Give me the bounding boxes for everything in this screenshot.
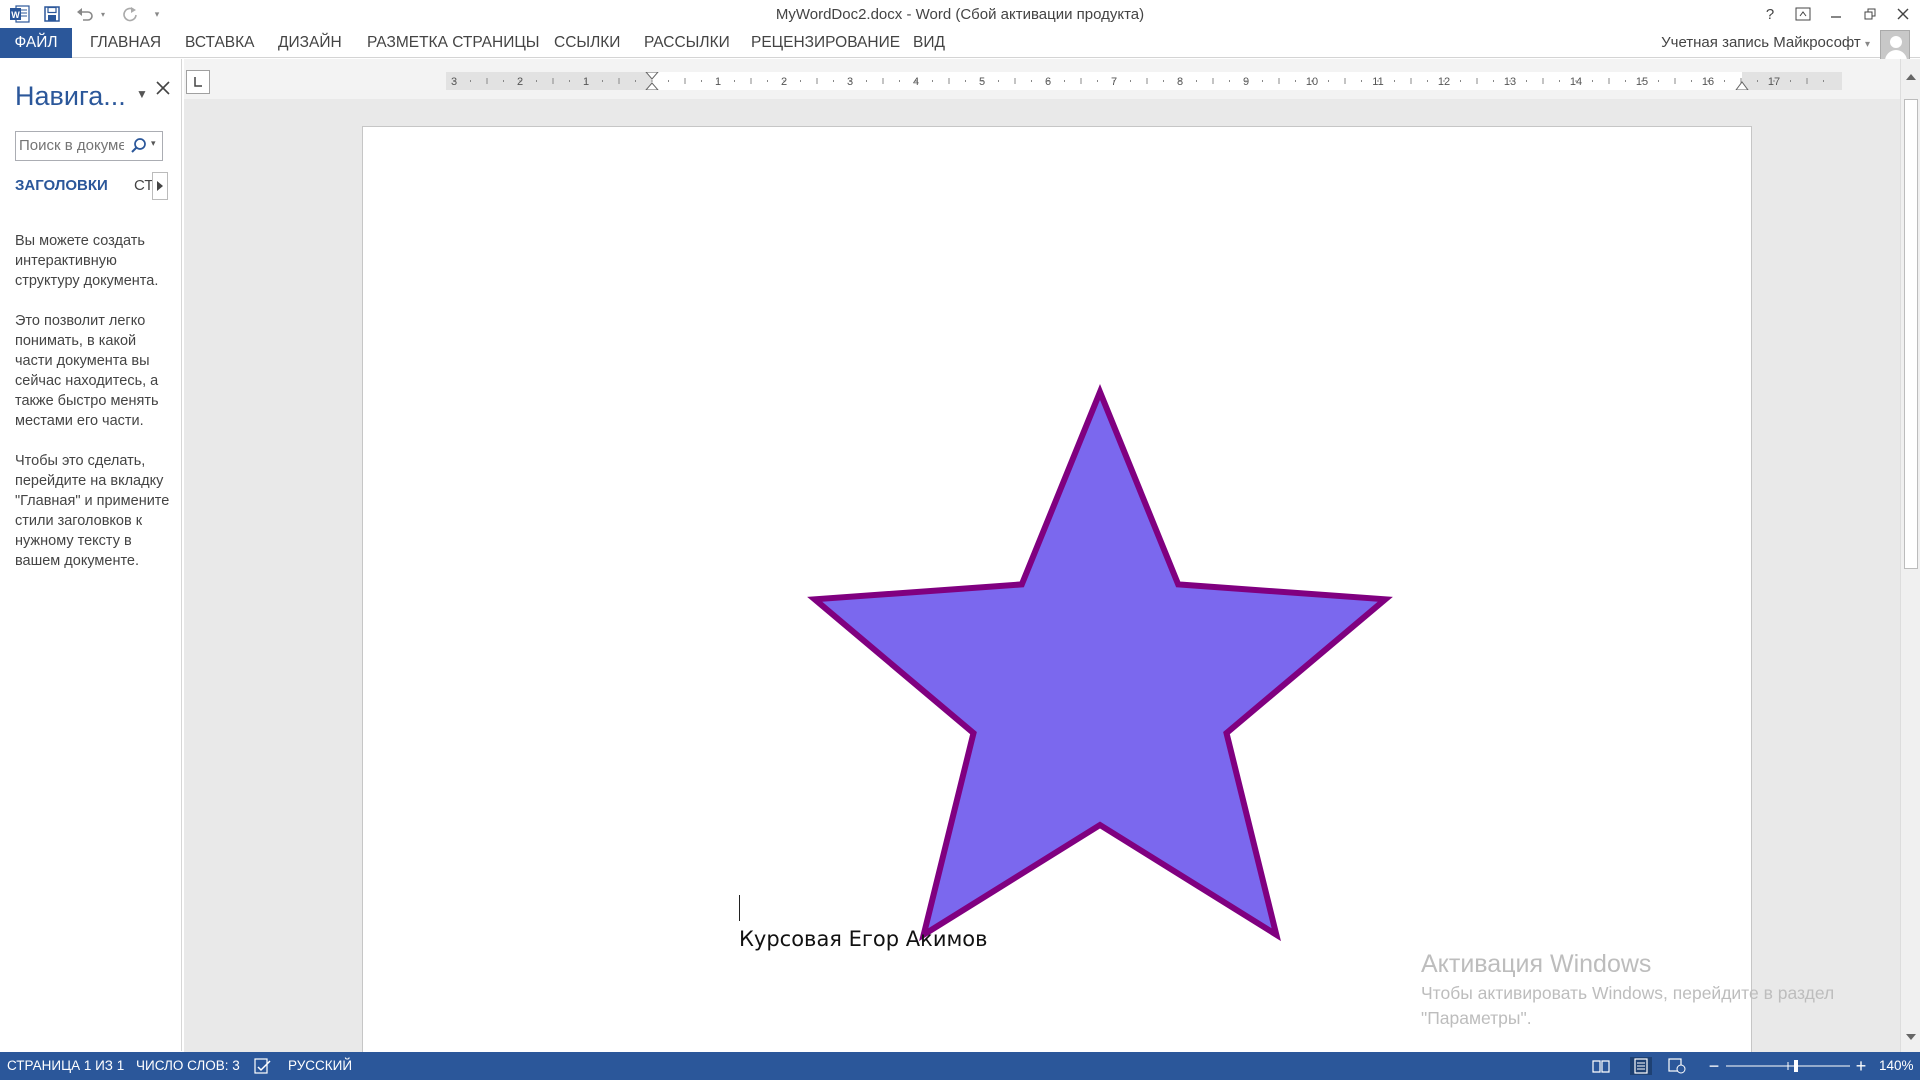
- ruler-label: 10: [1306, 76, 1318, 88]
- ruler-label: 17: [1768, 76, 1780, 88]
- zoom-level[interactable]: 140%: [1879, 1052, 1914, 1080]
- activation-watermark-line1: Чтобы активировать Windows, перейдите в …: [1421, 983, 1835, 1003]
- tab-home[interactable]: ГЛАВНАЯ: [86, 28, 165, 58]
- ruler-label: 14: [1570, 76, 1582, 88]
- page-count[interactable]: СТРАНИЦА 1 ИЗ 1: [7, 1052, 124, 1080]
- ruler-label: 13: [1504, 76, 1516, 88]
- tab-insert[interactable]: ВСТАВКА: [181, 28, 259, 58]
- horizontal-ruler-scale: 3 2 1 1 2 3 4 5 6 7 8 9 10 11 12 13 14 15 16 17: [446, 71, 1842, 91]
- vertical-scrollbar[interactable]: [1900, 59, 1920, 1052]
- navigation-pane: Навига... ▼ ▾ ЗАГОЛОВКИ СТРАНИЦЫ Вы може…: [0, 59, 182, 1051]
- proofing-icon[interactable]: [253, 1057, 273, 1075]
- print-layout-icon[interactable]: [1630, 1057, 1652, 1075]
- tab-review[interactable]: РЕЦЕНЗИРОВАНИЕ: [747, 28, 904, 58]
- document-text[interactable]: Курсовая Егор Акимов: [739, 927, 988, 951]
- ribbon-tabs: ФАЙЛ ГЛАВНАЯ ВСТАВКА ДИЗАЙН РАЗМЕТКА СТР…: [0, 28, 1920, 60]
- ruler-label: 7: [1111, 76, 1117, 88]
- tab-view[interactable]: ВИД: [909, 28, 949, 58]
- search-icon[interactable]: [130, 137, 148, 160]
- nav-help-paragraph-1: Вы можете создать интерактивную структур…: [15, 233, 159, 289]
- nav-help-paragraph-2: Это позволит легко понимать, в какой час…: [15, 313, 159, 429]
- ribbon-display-options-icon[interactable]: [1790, 2, 1816, 26]
- star[interactable]: [807, 384, 1393, 942]
- tab-file[interactable]: ФАЙЛ: [0, 28, 72, 58]
- zoom-slider[interactable]: [1726, 1057, 1850, 1075]
- nav-pane-title: Навига...: [15, 81, 126, 111]
- activation-watermark-title: Активация Windows: [1421, 950, 1652, 978]
- close-pane-icon[interactable]: [156, 81, 170, 100]
- ruler-label: 2: [781, 76, 787, 88]
- nav-options-icon[interactable]: ▼: [136, 87, 148, 101]
- account-menu[interactable]: Учетная запись Майкрософт ▾: [1661, 28, 1870, 58]
- ruler-label: 11: [1372, 76, 1383, 88]
- tab-selector[interactable]: [186, 70, 210, 94]
- zoom-out-icon[interactable]: −: [1706, 1056, 1722, 1076]
- scroll-down-icon[interactable]: [1904, 1029, 1918, 1045]
- window-title: MyWordDoc2.docx - Word (Сбой активации п…: [775, 6, 1145, 23]
- star-shape[interactable]: [363, 127, 1753, 1052]
- ruler-label: 9: [1243, 76, 1249, 88]
- ruler-label: 8: [1177, 76, 1183, 88]
- tab-headings[interactable]: ЗАГОЛОВКИ: [15, 177, 108, 194]
- avatar[interactable]: [1880, 30, 1910, 60]
- text-cursor: [739, 895, 740, 921]
- account-label: Учетная запись Майкрософт: [1661, 34, 1861, 51]
- word-count[interactable]: ЧИСЛО СЛОВ: 3: [136, 1052, 240, 1080]
- scrollbar-thumb[interactable]: [1904, 99, 1918, 569]
- chevron-down-icon: ▾: [1864, 39, 1870, 50]
- tab-mailings[interactable]: РАССЫЛКИ: [640, 28, 734, 58]
- ruler-label: 1: [715, 76, 721, 88]
- ruler-label: 1: [583, 76, 589, 88]
- web-layout-icon[interactable]: [1666, 1057, 1688, 1075]
- nav-search-box: ▾: [15, 131, 163, 161]
- ruler-label: 3: [847, 76, 853, 88]
- help-icon[interactable]: ?: [1757, 2, 1783, 26]
- ruler-label: 12: [1438, 76, 1450, 88]
- nav-search-input[interactable]: [19, 137, 124, 154]
- restore-icon[interactable]: [1857, 2, 1883, 26]
- title-bar: W ▾ ▾ MyWordDoc2.docx - Word (Сбой актив…: [0, 0, 1920, 28]
- ruler-label: 15: [1636, 76, 1648, 88]
- close-icon[interactable]: [1890, 2, 1916, 26]
- read-mode-icon[interactable]: [1590, 1057, 1612, 1075]
- language[interactable]: РУССКИЙ: [288, 1052, 352, 1080]
- tab-page-layout[interactable]: РАЗМЕТКА СТРАНИЦЫ: [363, 28, 544, 58]
- horizontal-ruler[interactable]: 3 2 1 1 2 3 4 5 6 7 8 9 10 11 12 13 14 15 16 17: [446, 71, 1842, 91]
- tab-references[interactable]: ССЫЛКИ: [550, 28, 624, 58]
- ruler-label: 2: [517, 76, 523, 88]
- search-dropdown-icon[interactable]: ▾: [151, 138, 156, 149]
- scroll-up-icon[interactable]: [1904, 69, 1918, 85]
- minimize-icon[interactable]: [1823, 2, 1849, 26]
- nav-tabs-scroll-right-icon[interactable]: [152, 172, 168, 200]
- ruler-label: 5: [979, 76, 985, 88]
- ruler-label: 16: [1702, 76, 1714, 88]
- status-bar: СТРАНИЦА 1 ИЗ 1 ЧИСЛО СЛОВ: 3 РУССКИЙ − …: [0, 1052, 1920, 1080]
- tab-pages[interactable]: СТРАНИЦЫ: [134, 177, 152, 194]
- document-page[interactable]: Курсовая Егор Акимов: [362, 126, 1752, 1052]
- activation-watermark-line2: "Параметры".: [1421, 1008, 1532, 1028]
- ruler-label: 4: [913, 76, 919, 88]
- nav-help-paragraph-3: Чтобы это сделать, перейдите на вкладку …: [15, 453, 170, 569]
- ruler-label: 3: [451, 76, 457, 88]
- document-area: Курсовая Егор Акимов: [184, 99, 1900, 1052]
- ruler-label: 6: [1045, 76, 1051, 88]
- tab-design[interactable]: ДИЗАЙН: [274, 28, 346, 58]
- zoom-in-icon[interactable]: +: [1853, 1056, 1869, 1076]
